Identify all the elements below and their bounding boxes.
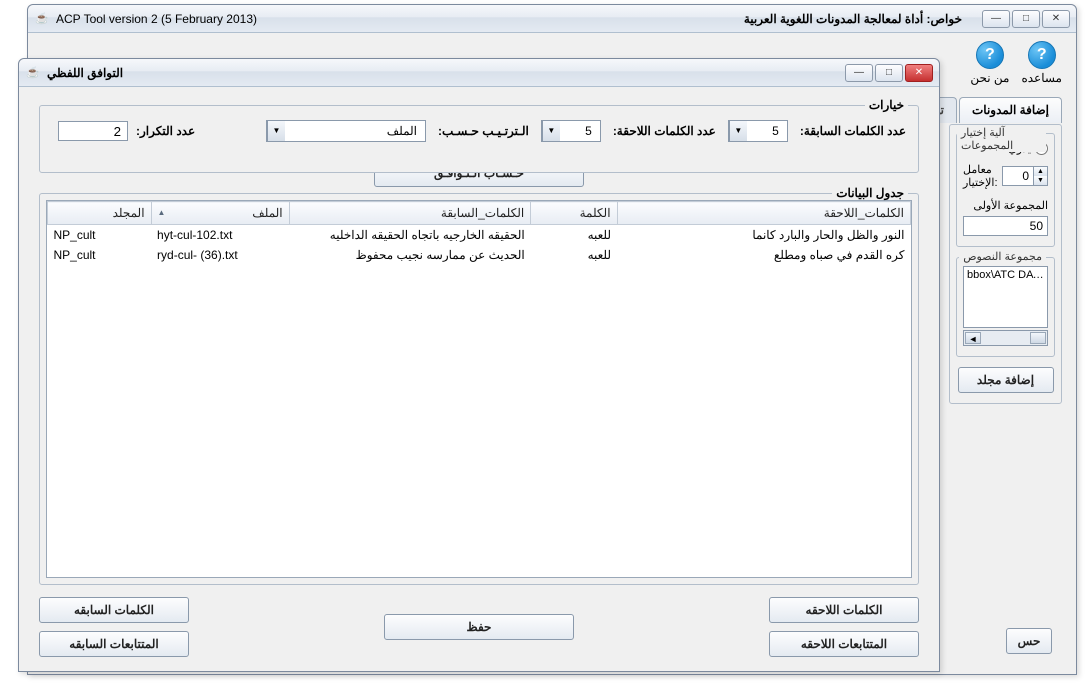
options-fieldset: خيارات عدد الكلمات السابقة: 5 ▼ عدد الكل… <box>39 105 919 173</box>
add-folder-button[interactable]: إضافة مجلد <box>958 367 1054 393</box>
cell-folder: NP_cult <box>48 245 152 265</box>
question-icon: ? <box>976 41 1004 69</box>
repeat-label: عدد التكرار: <box>136 124 195 138</box>
sort-label: الـترتـيـب حـسـب: <box>438 124 529 138</box>
modal-title-bar: ☕ التوافق اللفظي — □ ✕ <box>19 59 939 87</box>
next-words-combo[interactable]: 5 ▼ <box>541 120 601 142</box>
dropdown-icon[interactable]: ▼ <box>542 121 560 141</box>
dropdown-icon[interactable]: ▼ <box>729 121 747 141</box>
prev-words-label: عدد الكلمات السابقة: <box>800 124 906 138</box>
data-table: المجلد الملف الكلمات_السابقة الكلمة الكل… <box>47 201 911 265</box>
data-legend: جدول البيانات <box>832 186 908 200</box>
data-fieldset: جدول البيانات المجلد الملف الكلمات_الساب… <box>39 193 919 585</box>
main-title-bar: ☕ ACP Tool version 2 (5 February 2013) خ… <box>28 5 1076 33</box>
help-label: مساعده <box>1021 71 1062 85</box>
text-set-legend: مجموعة النصوص <box>959 250 1046 263</box>
modal-close-button[interactable]: ✕ <box>905 64 933 82</box>
first-group-input[interactable] <box>963 216 1048 236</box>
cell-next: النور والظل والحار والبارد كانما <box>617 225 910 246</box>
partial-button[interactable]: حس <box>1006 628 1052 654</box>
about-button[interactable]: ? من نحن <box>970 41 1009 85</box>
cell-file: ryd-cul- (36).txt <box>151 245 289 265</box>
scroll-left-icon[interactable]: ◄ <box>965 332 981 344</box>
cell-prev: الحقيقه الخارجيه باتجاه الحقيقه الداخليه <box>289 225 531 246</box>
sort-combo[interactable]: الملف ▼ <box>266 120 426 142</box>
save-button[interactable]: حفظ <box>384 614 574 640</box>
text-set-fieldset: مجموعة النصوص bbox\ATC DATA SET\N ◄ <box>956 257 1055 357</box>
concordance-window: ☕ التوافق اللفظي — □ ✕ خيارات عدد الكلما… <box>18 58 940 672</box>
sort-value: الملف <box>285 124 425 138</box>
coef-spinner[interactable]: ▲▼ <box>1002 166 1048 186</box>
col-word[interactable]: الكلمة <box>531 202 617 225</box>
side-panel: آلية إختيار المجموعات يدوي معامل الإختيا… <box>949 124 1062 404</box>
options-legend: خيارات <box>865 98 908 112</box>
prev-words-value: 5 <box>747 124 787 138</box>
question-icon: ? <box>1028 41 1056 69</box>
first-group-label: المجموعة الأولى <box>963 199 1048 212</box>
help-button[interactable]: ? مساعده <box>1021 41 1062 85</box>
col-folder[interactable]: المجلد <box>48 202 152 225</box>
cell-word: للعبه <box>531 225 617 246</box>
col-file[interactable]: الملف <box>151 202 289 225</box>
java-icon: ☕ <box>34 11 50 27</box>
cell-next: كره القدم في صباه ومطلع <box>617 245 910 265</box>
spin-down-icon[interactable]: ▼ <box>1033 176 1047 185</box>
prev-collocates-button[interactable]: المتتابعات السابقه <box>39 631 189 657</box>
data-table-wrap: المجلد الملف الكلمات_السابقة الكلمة الكل… <box>46 200 912 578</box>
group-mechanism-legend: آلية إختيار المجموعات <box>957 126 1046 152</box>
main-title-left: ACP Tool version 2 (5 February 2013) <box>56 12 257 26</box>
dropdown-icon[interactable]: ▼ <box>267 121 285 141</box>
coef-label: معامل الإختيار: <box>963 163 998 189</box>
minimize-button[interactable]: — <box>982 10 1010 28</box>
modal-minimize-button[interactable]: — <box>845 64 873 82</box>
table-row[interactable]: NP_cultryd-cul- (36).txtالحديث عن ممارسه… <box>48 245 911 265</box>
cell-prev: الحديث عن ممارسه نجيب محفوظ <box>289 245 531 265</box>
spin-up-icon[interactable]: ▲ <box>1033 167 1047 176</box>
text-set-list[interactable]: bbox\ATC DATA SET\N <box>963 266 1048 328</box>
scroll-thumb[interactable] <box>1030 332 1046 344</box>
main-title-right: خواص: أداة لمعالجة المدونات اللغوية العر… <box>744 12 962 26</box>
col-prev[interactable]: الكلمات_السابقة <box>289 202 531 225</box>
prev-words-button[interactable]: الكلمات السابقه <box>39 597 189 623</box>
text-set-scrollbar[interactable]: ◄ <box>963 330 1048 346</box>
group-mechanism-fieldset: آلية إختيار المجموعات يدوي معامل الإختيا… <box>956 133 1055 247</box>
java-icon: ☕ <box>25 65 41 81</box>
table-row[interactable]: NP_culthyt-cul-102.txtالحقيقه الخارجيه ب… <box>48 225 911 246</box>
modal-title: التوافق اللفظي <box>47 66 123 80</box>
cell-folder: NP_cult <box>48 225 152 246</box>
coef-input[interactable] <box>1003 169 1033 183</box>
next-collocates-button[interactable]: المتتابعات اللاحقه <box>769 631 919 657</box>
about-label: من نحن <box>970 71 1009 85</box>
next-words-label: عدد الكلمات اللاحقة: <box>613 124 716 138</box>
close-button[interactable]: ✕ <box>1042 10 1070 28</box>
cell-word: للعبه <box>531 245 617 265</box>
col-next[interactable]: الكلمات_اللاحقة <box>617 202 910 225</box>
tab-add-corpora[interactable]: إضافة المدونات <box>959 97 1062 123</box>
next-words-button[interactable]: الكلمات اللاحقه <box>769 597 919 623</box>
cell-file: hyt-cul-102.txt <box>151 225 289 246</box>
repeat-input[interactable] <box>58 121 128 141</box>
next-words-value: 5 <box>560 124 600 138</box>
maximize-button[interactable]: □ <box>1012 10 1040 28</box>
prev-words-combo[interactable]: 5 ▼ <box>728 120 788 142</box>
modal-maximize-button[interactable]: □ <box>875 64 903 82</box>
